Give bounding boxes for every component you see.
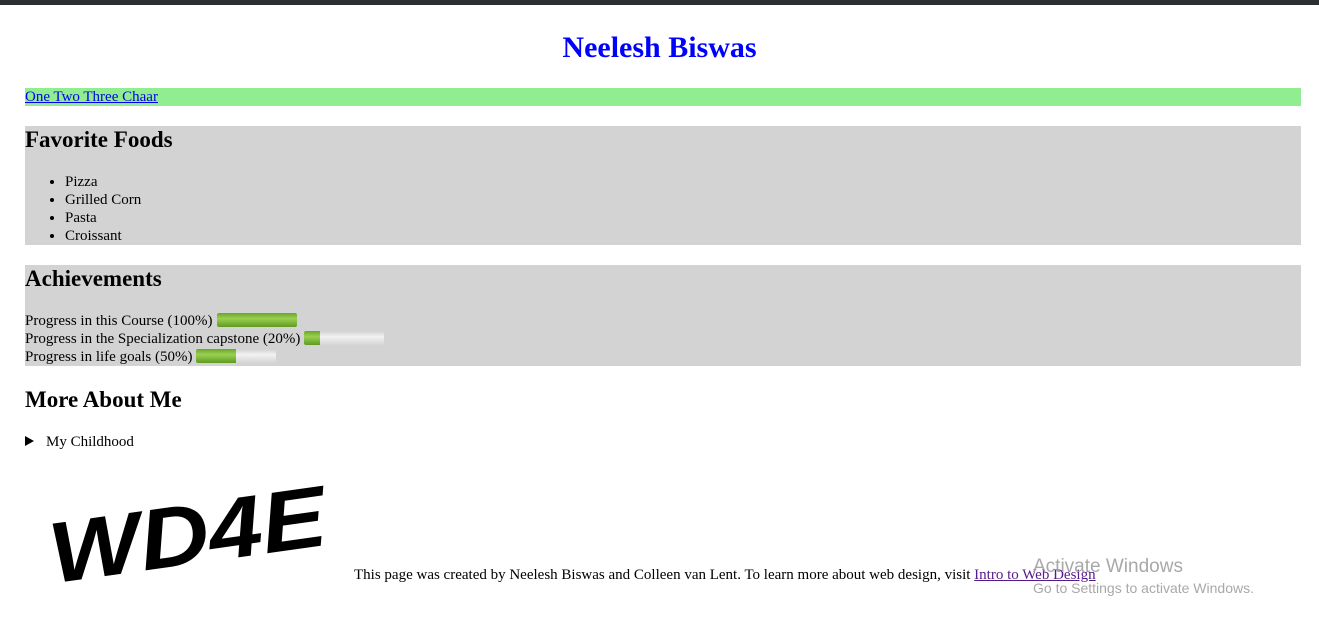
list-item: Pizza: [65, 173, 141, 191]
details-summary-label: My Childhood: [46, 434, 134, 450]
progress-list: Progress in this Course (100%) Progress …: [25, 312, 385, 366]
watermark-subtitle: Go to Settings to activate Windows.: [1033, 580, 1254, 596]
progress-bar: [216, 313, 297, 327]
progress-row: Progress in this Course (100%): [25, 312, 384, 330]
footer: This page was created by Neelesh Biswas …: [354, 566, 1096, 584]
achievements-heading: Achievements: [25, 266, 162, 291]
progress-fill: [304, 331, 321, 345]
activate-windows-watermark: Activate Windows Go to Settings to activ…: [1033, 556, 1254, 598]
page-title: Neelesh Biswas: [562, 31, 757, 64]
footer-text: This page was created by Neelesh Biswas …: [354, 567, 975, 583]
window-top-border: [0, 0, 1319, 5]
watermark-title: Activate Windows: [1033, 556, 1183, 577]
details-toggle-my-childhood[interactable]: My Childhood: [25, 433, 134, 451]
achievements-section: Achievements Progress in this Course (10…: [25, 265, 1301, 366]
disclosure-triangle-icon: [25, 436, 34, 446]
more-about-heading: More About Me: [25, 387, 182, 412]
progress-label: Progress in the Specialization capstone …: [25, 331, 301, 347]
progress-row: Progress in the Specialization capstone …: [25, 330, 385, 348]
list-item: Croissant: [65, 227, 141, 245]
progress-label: Progress in this Course (100%): [25, 313, 213, 329]
progress-fill: [216, 313, 297, 327]
progress-bar: [196, 349, 277, 363]
progress-bar: [304, 331, 385, 345]
favorite-foods-section: Favorite Foods Pizza Grilled Corn Pasta …: [25, 126, 1301, 245]
list-item: Grilled Corn: [65, 191, 141, 209]
progress-row: Progress in life goals (50%): [25, 348, 384, 366]
favorite-foods-list: Pizza Grilled Corn Pasta Croissant: [25, 173, 141, 245]
nav-bar: One Two Three Chaar: [25, 88, 1301, 106]
nav-link[interactable]: One Two Three Chaar: [25, 89, 158, 105]
favorite-foods-heading: Favorite Foods: [25, 127, 173, 152]
progress-fill: [196, 349, 237, 363]
list-item: Pasta: [65, 209, 141, 227]
progress-label: Progress in life goals (50%): [25, 349, 193, 365]
wd4e-logo: WD4E: [43, 468, 335, 582]
logo-text: WD4E: [43, 468, 335, 582]
